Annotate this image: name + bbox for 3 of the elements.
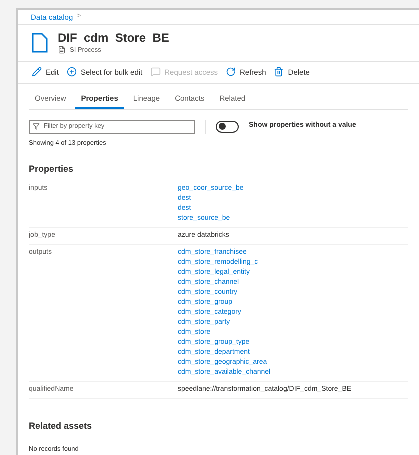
asset-title: DIF_cdm_Store_BE — [58, 30, 170, 46]
section-heading: Properties — [29, 163, 75, 176]
section-heading: Related assets — [29, 420, 94, 433]
